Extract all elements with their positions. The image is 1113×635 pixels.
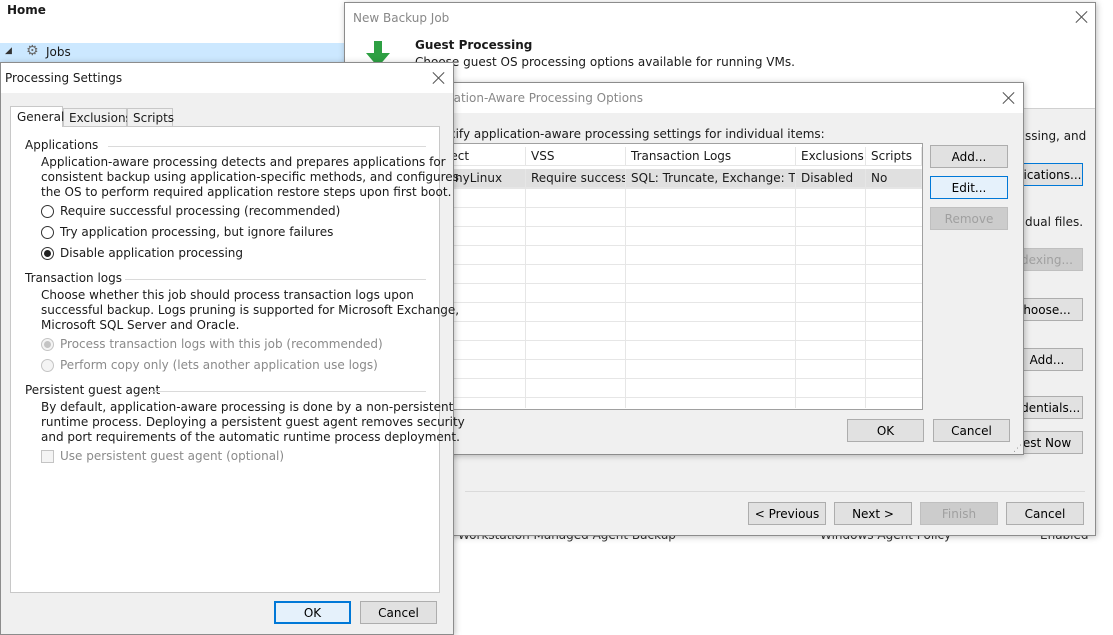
tab-scripts[interactable]: Scripts bbox=[127, 108, 175, 127]
ps-ok-button[interactable]: OK bbox=[274, 601, 351, 624]
cell-transaction-logs: SQL: Truncate, Exchange: Tr... bbox=[626, 169, 796, 188]
agent-desc-2: runtime process. Deploying a persistent … bbox=[41, 415, 465, 429]
wizard-right-text-1: ssing, and bbox=[1025, 129, 1087, 143]
step-title: Guest Processing bbox=[415, 38, 533, 52]
column-header-exclusions[interactable]: Exclusions bbox=[796, 147, 866, 166]
require-successful-radio[interactable] bbox=[41, 205, 54, 218]
general-tab-panel: Applications Application-aware processin… bbox=[10, 126, 465, 593]
cell-scripts: No bbox=[866, 169, 922, 188]
processing-settings-dialog: Processing Settings General Exclusions S… bbox=[0, 62, 465, 635]
agent-divider bbox=[148, 391, 426, 392]
cell-vss: Require success bbox=[526, 169, 626, 188]
agent-desc-3: and port requirements of the automatic r… bbox=[41, 430, 460, 444]
transaction-logs-desc-1: Choose whether this job should process t… bbox=[41, 288, 414, 302]
applications-header: Applications bbox=[25, 138, 99, 152]
persistent-agent-label[interactable]: Use persistent guest agent (optional) bbox=[60, 449, 284, 463]
applications-divider bbox=[108, 146, 426, 147]
previous-button[interactable]: < Previous bbox=[748, 502, 826, 525]
close-icon[interactable] bbox=[432, 71, 446, 85]
remove-item-button[interactable]: Remove bbox=[930, 207, 1008, 230]
disable-processing-label[interactable]: Disable application processing bbox=[60, 246, 243, 260]
column-header-transaction-logs[interactable]: Transaction Logs bbox=[626, 147, 796, 166]
home-title: Home bbox=[7, 3, 46, 17]
column-header-scripts[interactable]: Scripts bbox=[866, 147, 922, 166]
close-icon[interactable] bbox=[1075, 10, 1089, 24]
persistent-agent-checkbox[interactable] bbox=[41, 450, 54, 463]
try-processing-radio[interactable] bbox=[41, 226, 54, 239]
applications-desc-1: Application-aware processing detects and… bbox=[41, 155, 446, 169]
tab-general[interactable]: General bbox=[10, 106, 65, 127]
aap-options-dialog: cation-Aware Processing Options cify app… bbox=[440, 82, 1024, 455]
finish-button[interactable]: Finish bbox=[920, 502, 998, 525]
tree-expand-icon[interactable]: ◢ bbox=[5, 46, 12, 56]
aap-titlebar: cation-Aware Processing Options bbox=[441, 83, 1023, 113]
tree-item-label: Jobs bbox=[46, 45, 71, 59]
aap-ok-button[interactable]: OK bbox=[847, 419, 924, 442]
ps-titlebar: Processing Settings bbox=[1, 63, 453, 93]
tab-exclusions-label: Exclusions bbox=[69, 111, 132, 125]
wizard-right-text-2: dual files. bbox=[1025, 215, 1084, 229]
cell-exclusions: Disabled bbox=[796, 169, 866, 188]
edit-item-button[interactable]: Edit... bbox=[930, 176, 1008, 199]
next-button[interactable]: Next > bbox=[834, 502, 912, 525]
tab-scripts-label: Scripts bbox=[133, 111, 175, 125]
wizard-cancel-button[interactable]: Cancel bbox=[1006, 502, 1084, 525]
wizard-footer-divider bbox=[465, 491, 1085, 492]
tab-exclusions[interactable]: Exclusions bbox=[63, 108, 132, 127]
add-item-button[interactable]: Add... bbox=[930, 145, 1008, 168]
column-header-object[interactable]: ject bbox=[442, 147, 526, 166]
table-grid-lines bbox=[442, 188, 922, 408]
require-successful-label[interactable]: Require successful processing (recommend… bbox=[60, 204, 340, 218]
disable-processing-radio[interactable] bbox=[41, 247, 54, 260]
applications-desc-2: consistent backup using application-spec… bbox=[41, 170, 459, 184]
process-logs-label[interactable]: Process transaction logs with this job (… bbox=[60, 337, 383, 351]
tab-general-label: General bbox=[17, 110, 65, 124]
try-processing-label[interactable]: Try application processing, but ignore f… bbox=[60, 225, 333, 239]
transaction-logs-desc-2: successful backup. Logs pruning is suppo… bbox=[41, 303, 460, 317]
aap-instruction: cify application-aware processing settin… bbox=[449, 127, 825, 141]
copy-only-label[interactable]: Perform copy only (lets another applicat… bbox=[60, 358, 378, 372]
agent-desc-1: By default, application-aware processing… bbox=[41, 400, 454, 414]
table-row[interactable]: tinyLinux Require success SQL: Truncate,… bbox=[442, 169, 922, 188]
copy-only-radio[interactable] bbox=[41, 359, 54, 372]
aap-title: cation-Aware Processing Options bbox=[447, 91, 643, 105]
column-header-vss[interactable]: VSS bbox=[526, 147, 626, 166]
agent-header: Persistent guest agent bbox=[25, 383, 161, 397]
gears-icon: ⚙ bbox=[26, 43, 39, 59]
transaction-logs-divider bbox=[125, 279, 426, 280]
items-table: ject VSS Transaction Logs Exclusions Scr… bbox=[441, 143, 923, 410]
wizard-titlebar: New Backup Job bbox=[345, 3, 1095, 33]
transaction-logs-header: Transaction logs bbox=[25, 271, 123, 285]
close-icon[interactable] bbox=[1002, 91, 1016, 105]
process-logs-radio[interactable] bbox=[41, 338, 54, 351]
step-description: Choose guest OS processing options avail… bbox=[415, 55, 795, 69]
resize-grip-icon[interactable]: ⋰ bbox=[1013, 444, 1022, 454]
wizard-title: New Backup Job bbox=[353, 11, 450, 25]
aap-cancel-button[interactable]: Cancel bbox=[933, 419, 1010, 442]
ps-cancel-button[interactable]: Cancel bbox=[360, 601, 437, 624]
ps-title: Processing Settings bbox=[5, 71, 123, 85]
transaction-logs-desc-3: Microsoft SQL Server and Oracle. bbox=[41, 318, 240, 332]
applications-desc-3: the OS to perform required application r… bbox=[41, 185, 452, 199]
